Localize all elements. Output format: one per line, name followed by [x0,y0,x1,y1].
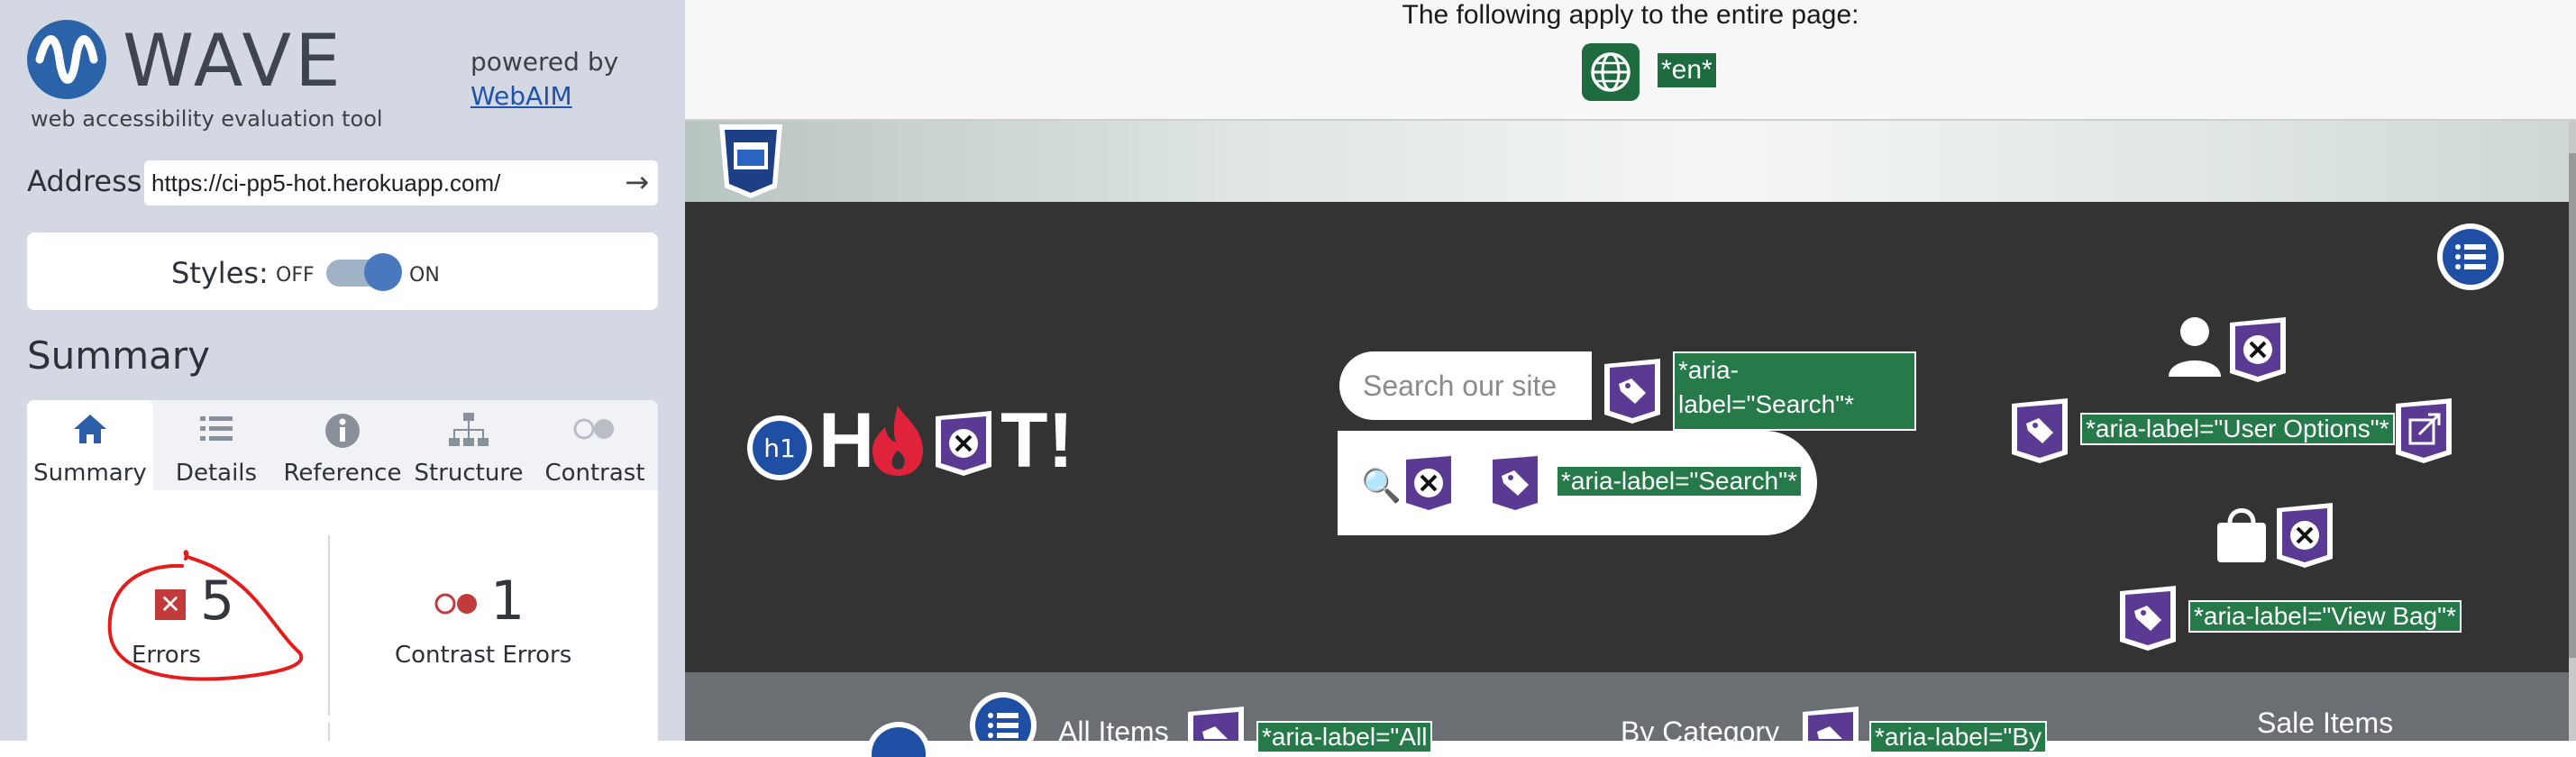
list-structure-icon[interactable] [968,690,1038,741]
search-placeholder[interactable]: Search our site [1363,369,1557,403]
svg-text:h1: h1 [763,433,796,463]
address-value[interactable]: https://ci-pp5-hot.herokuapp.com/ [151,169,500,197]
aria-label-search-badge[interactable]: *aria-label="Search"* [1556,465,1803,497]
logo-letters-t: T! [1000,397,1074,484]
nav-all-items[interactable]: All Items [1058,716,1169,749]
search-icon[interactable]: 🔍 [1361,467,1402,505]
aria-label-by-badge[interactable]: *aria-label="By [1869,721,2048,753]
info-icon [279,411,406,451]
error-x-icon[interactable] [1397,449,1460,517]
contrast-errors-count[interactable]: 1 [490,570,525,633]
html5-structure-icon[interactable] [716,123,786,200]
powered-by-label: powered by [470,47,619,77]
globe-icon[interactable] [1582,43,1640,101]
tag-icon[interactable] [1184,705,1247,741]
arrow-right-icon[interactable]: → [625,165,649,199]
contrast-errors-label[interactable]: Contrast Errors [395,642,571,669]
shopping-bag-icon[interactable] [2212,501,2271,564]
flame-icon [872,406,923,476]
address-label: Address: [27,164,152,198]
tab-structure[interactable]: Structure [406,400,532,490]
styles-label: Styles: [171,256,269,290]
contrast-icon [532,411,658,451]
user-icon[interactable] [2163,314,2226,378]
tab-bar: Summary Details Reference Structure Cont… [27,400,658,490]
page-level-heading: The following apply to the entire page: [1402,0,1859,30]
search-input[interactable]: Search our site [1339,351,1592,420]
address-input[interactable]: https://ci-pp5-hot.herokuapp.com/ → [144,160,658,205]
tag-icon[interactable] [1799,705,1862,741]
home-icon [27,411,153,451]
powered-by: powered by WebAIM [470,45,618,114]
tab-reference[interactable]: Reference [279,400,406,490]
error-x-icon[interactable] [2273,501,2336,570]
tag-icon[interactable] [2116,584,2179,652]
nav-by-category[interactable]: By Category [1621,716,1779,749]
tag-icon[interactable] [2008,397,2071,465]
summary-heading: Summary [27,333,210,378]
new-window-link-icon[interactable] [2392,397,2455,465]
error-x-icon[interactable] [2226,315,2289,384]
tab-summary[interactable]: Summary [27,400,153,490]
tagline: web accessibility evaluation tool [31,106,383,132]
divider [328,723,330,741]
tag-icon[interactable] [1484,449,1547,517]
list-structure-icon[interactable] [865,721,932,757]
wave-logo-icon [27,20,106,99]
divider [328,535,330,716]
hero-banner [685,121,2569,202]
list-structure-icon[interactable] [2435,222,2506,292]
aria-label-view-bag-badge[interactable]: *aria-label="View Bag"* [2188,600,2462,633]
toggle-knob[interactable] [364,253,402,291]
nav-sale-items[interactable]: Sale Items [2257,707,2393,740]
error-x-icon[interactable] [932,409,995,478]
page-level-region: The following apply to the entire page: … [685,0,2576,121]
language-badge[interactable]: *en* [1657,52,1717,88]
styles-on-label: ON [409,264,440,287]
list-icon [153,411,279,451]
sitemap-icon [406,411,532,451]
aria-label-search-badge[interactable]: *aria-label="Search"* [1673,351,1916,431]
wave-logo-text: WAVE [123,19,344,103]
tab-details[interactable]: Details [153,400,279,490]
contrast-error-icon [433,588,483,624]
webaim-link[interactable]: WebAIM [470,81,572,111]
styles-toggle[interactable] [326,253,402,291]
red-annotation-circle [107,550,304,681]
scrollbar-thumb[interactable] [2569,153,2576,658]
styles-panel: Styles: OFF ON [27,233,658,310]
logo-letter-h: H [818,397,875,484]
styles-off-label: OFF [276,264,315,287]
tab-contrast[interactable]: Contrast [532,400,658,490]
aria-label-user-options-badge[interactable]: *aria-label="User Options"* [2080,413,2395,445]
h1-heading-icon[interactable]: h1 [746,415,813,481]
tag-icon[interactable] [1601,357,1664,425]
aria-label-all-badge[interactable]: *aria-label="All [1256,721,1433,753]
